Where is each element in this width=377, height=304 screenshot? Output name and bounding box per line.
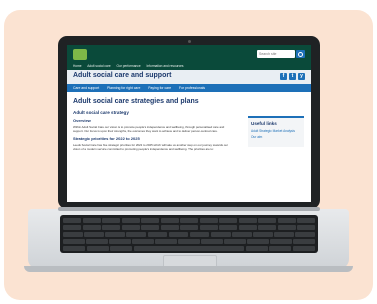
keyboard-key [199,225,218,230]
keyboard-key [168,232,189,237]
keyboard-key [189,232,210,237]
keyboard-key [297,218,315,223]
search-icon[interactable] [296,50,305,58]
strategy-heading: Adult social care strategy [73,110,129,115]
useful-link[interactable]: Our aim [251,135,301,139]
keyboard-key [219,225,237,230]
keyboard-key [180,218,198,223]
keyboard-key [86,246,109,251]
laptop-screen: Search site Home Adult social care Our p… [67,45,311,202]
page-title: Adult social care strategies and plans [73,98,199,105]
keyboard-key [180,225,198,230]
keyboard-key [109,239,131,244]
keyboard-key [247,239,269,244]
keyboard-key [253,232,273,237]
social-links: f t y [280,73,305,80]
main-column: Adult social care strategy Overview With… [73,110,231,151]
keyboard-key [63,239,85,244]
breadcrumb-item[interactable]: Home [73,64,82,68]
keyboard-key [277,225,296,230]
facebook-icon[interactable]: f [280,73,287,80]
keyboard-key [297,225,315,230]
laptop-front-edge [24,266,353,272]
keyboard-key [274,232,294,237]
keyboard-key [155,239,177,244]
keyboard-key [245,246,268,251]
key-row [63,225,315,230]
council-logo[interactable] [73,49,87,60]
keyboard-key [141,225,159,230]
nav-item-planning[interactable]: Planning for right care [107,86,140,90]
breadcrumb-item[interactable]: Adult social care [87,64,110,68]
keyboard-key [63,232,83,237]
keyboard-key [63,225,81,230]
keyboard-key [210,232,231,237]
keyboard-key [133,246,245,251]
key-row [63,246,316,251]
keyboard-key [270,239,292,244]
breadcrumb: Home Adult social care Our performance I… [67,63,311,70]
key-row [63,232,315,237]
keyboard-key [238,218,257,223]
keyboard-key [238,225,257,230]
site-header: Search site [67,45,311,63]
search-input[interactable]: Search site [257,50,295,58]
laptop-lid: Search site Home Adult social care Our p… [58,36,320,209]
keyboard-key [201,239,223,244]
keyboard-key [126,232,146,237]
page-content: Adult social care strategies and plans A… [67,92,311,158]
laptop-hinge [58,207,320,211]
priorities-heading: Strategic priorities for 2022 to 2025 [73,136,140,141]
webcam [187,40,191,43]
keyboard-key [105,232,125,237]
breadcrumb-item[interactable]: Our performance [117,64,141,68]
useful-link[interactable]: Adult Strategic Market Analysis [251,129,301,133]
keyboard [60,215,318,253]
twitter-icon[interactable]: t [289,73,296,80]
nav-item-care-support[interactable]: Care and support [73,86,99,90]
keyboard-key [121,225,140,230]
keyboard-key [178,239,200,244]
keyboard-key [219,218,237,223]
overview-text: Within Adult Social Care our vision is t… [73,125,225,133]
keyboard-key [147,232,168,237]
priorities-text: Leeds Social Care has five strategic pri… [73,143,228,151]
keyboard-key [63,246,86,251]
keyboard-key [292,246,316,251]
keyboard-key [269,246,292,251]
useful-links-panel: Useful links Adult Strategic Market Anal… [248,116,304,147]
keyboard-key [82,218,101,223]
nav-item-professionals[interactable]: For professionals [179,86,205,90]
keyboard-key [82,225,101,230]
keyboard-key [84,232,104,237]
keyboard-key [132,239,154,244]
keyboard-key [277,218,296,223]
keyboard-key [224,239,246,244]
section-title[interactable]: Adult social care and support [73,72,171,79]
overview-heading: Overview [73,118,91,123]
section-nav: Care and support Planning for right care… [67,84,311,92]
keyboard-key [86,239,108,244]
keyboard-key [293,239,316,244]
keyboard-key [160,225,179,230]
keyboard-key [110,246,133,251]
useful-links-title: Useful links [251,121,277,126]
keyboard-key [258,218,276,223]
keyboard-key [102,225,120,230]
keyboard-key [102,218,120,223]
keyboard-key [295,232,315,237]
keyboard-key [199,218,218,223]
youtube-icon[interactable]: y [298,73,305,80]
keyboard-key [232,232,252,237]
key-row [63,239,316,244]
keyboard-key [141,218,159,223]
key-row [63,218,315,223]
breadcrumb-item[interactable]: Information and resources [147,64,184,68]
nav-item-paying[interactable]: Paying for care [148,86,171,90]
keyboard-key [258,225,276,230]
keyboard-key [121,218,140,223]
keyboard-key [63,218,81,223]
section-banner: Adult social care and support f t y [67,70,311,84]
keyboard-key [160,218,179,223]
